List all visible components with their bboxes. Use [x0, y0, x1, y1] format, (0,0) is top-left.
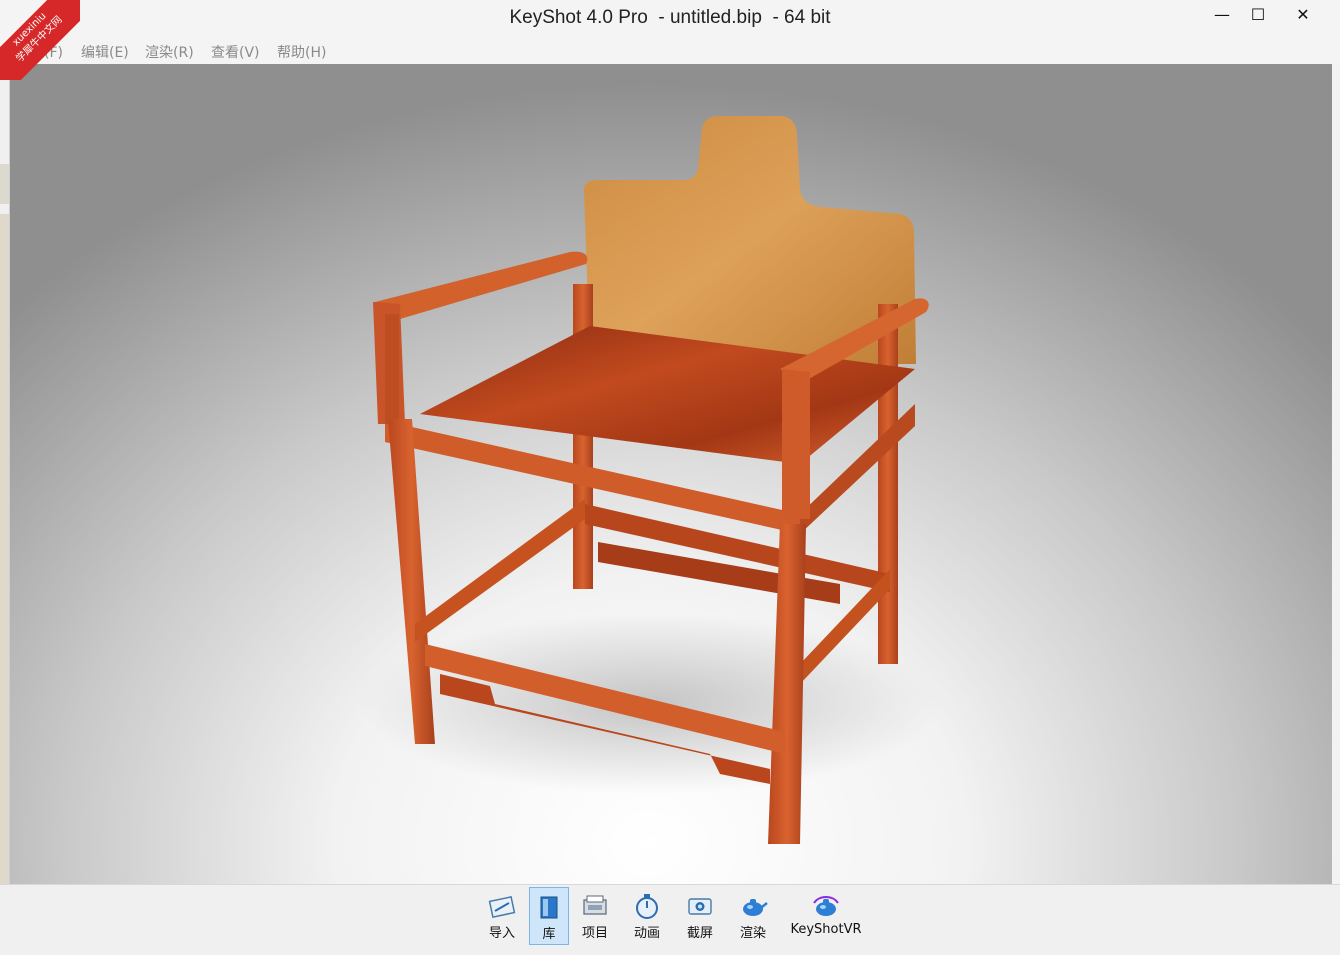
chair-render — [360, 116, 940, 844]
library-icon — [540, 896, 558, 919]
window-title: KeyShot 4.0 Pro - untitled.bip - 64 bit — [509, 7, 831, 28]
library-label: 库 — [542, 927, 556, 942]
keyshotvr-icon — [813, 896, 839, 916]
import-label: 导入 — [488, 926, 515, 941]
watermark-badge: xuexiniu 学犀牛中文网 — [0, 0, 80, 80]
left-panel-strip — [0, 214, 9, 884]
import-icon — [488, 895, 516, 919]
title-bar: KeyShot 4.0 Pro - untitled.bip - 64 bit … — [0, 0, 1340, 38]
maximize-icon: ☐ — [1250, 5, 1266, 24]
render-icon — [743, 899, 768, 916]
screenshot-icon — [688, 898, 712, 915]
render-label: 渲染 — [739, 926, 766, 941]
watermark-ribbon: xuexiniu 学犀牛中文网 — [0, 0, 80, 80]
left-panel-tab[interactable] — [0, 164, 9, 204]
close-button[interactable]: ✕ — [1272, 0, 1334, 30]
project-label: 项目 — [581, 926, 608, 941]
animation-label: 动画 — [633, 926, 660, 941]
menu-render[interactable]: 渲染(R) — [145, 42, 194, 62]
library-button[interactable]: 库 — [529, 887, 569, 945]
animation-button[interactable]: 动画 — [628, 887, 666, 943]
bottom-toolbar: 导入 库 项目 动画 截屏 渲染 KeyShotVR — [0, 884, 1340, 955]
render-button[interactable]: 渲染 — [734, 887, 772, 943]
menu-help[interactable]: 帮助(H) — [277, 42, 326, 62]
left-panel-edge[interactable] — [0, 64, 10, 884]
render-viewport[interactable] — [10, 64, 1332, 884]
menu-edit[interactable]: 编辑(E) — [81, 42, 129, 62]
project-icon — [583, 895, 607, 915]
menu-bar: 文件(F) 编辑(E) 渲染(R) 查看(V) 帮助(H) — [0, 38, 1340, 64]
import-button[interactable]: 导入 — [483, 887, 521, 943]
minimize-icon: — — [1214, 5, 1230, 24]
screenshot-button[interactable]: 截屏 — [681, 887, 719, 943]
animation-icon — [636, 894, 658, 919]
project-button[interactable]: 项目 — [576, 887, 614, 943]
menu-view[interactable]: 查看(V) — [211, 42, 260, 62]
keyshotvr-button[interactable]: KeyShotVR — [788, 887, 864, 943]
keyshotvr-label: KeyShotVR — [790, 922, 862, 937]
close-icon: ✕ — [1296, 5, 1310, 24]
screenshot-label: 截屏 — [686, 926, 713, 941]
